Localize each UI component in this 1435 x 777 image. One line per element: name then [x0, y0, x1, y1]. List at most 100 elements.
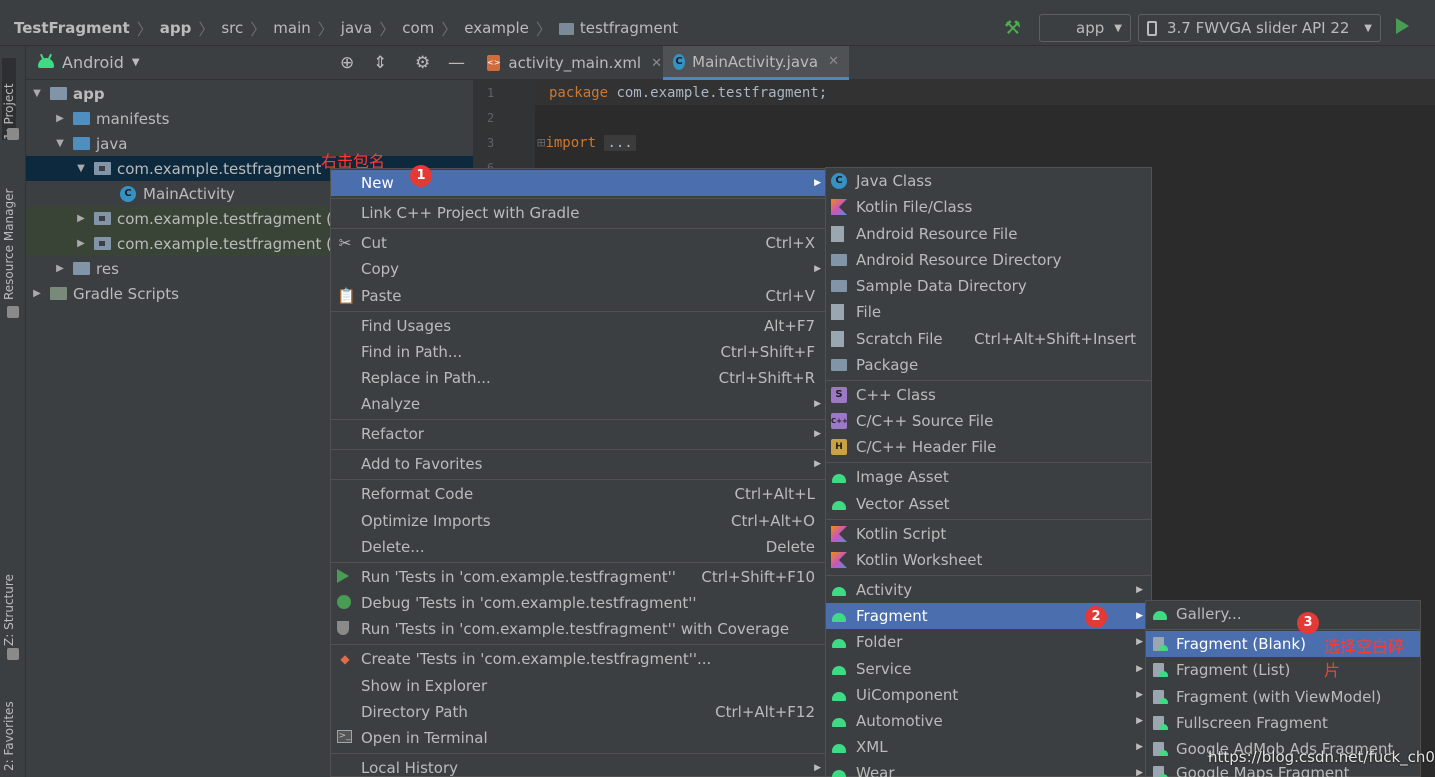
hide-panel-icon[interactable]: — — [448, 53, 465, 73]
collapsed-arrow-icon[interactable]: ▶ — [30, 288, 44, 299]
menu-item-label: Folder — [856, 633, 903, 651]
menu-item-replace-in-path[interactable]: Replace in Path... Ctrl+Shift+R — [331, 365, 825, 391]
menu-item-gallery[interactable]: Gallery... — [1146, 601, 1420, 627]
menu-item-android-resource-directory[interactable]: Android Resource Directory — [826, 247, 1151, 273]
resource-manager-tool-tab[interactable]: Resource Manager — [2, 180, 16, 300]
code-line-import[interactable]: ⊞import ... — [537, 135, 636, 151]
gear-icon[interactable]: ⚙ — [415, 53, 430, 73]
menu-item-fragment-with-viewmodel[interactable]: Fragment (with ViewModel) — [1146, 684, 1420, 710]
menu-item-run-tests-in-com-example-testfragment-with-coverage[interactable]: Run 'Tests in 'com.example.testfragment'… — [331, 616, 825, 642]
build-hammer-icon[interactable]: ⚒ — [1004, 17, 1024, 39]
package-icon — [94, 212, 111, 225]
menu-item-kotlin-file-class[interactable]: Kotlin File/Class — [826, 194, 1151, 220]
menu-item-new[interactable]: New ▶ — [331, 170, 825, 196]
tree-item-manifests[interactable]: ▶ manifests — [26, 106, 473, 131]
folder-icon — [558, 23, 574, 35]
breadcrumb-example[interactable]: example — [464, 19, 529, 37]
tab-mainactivity-java[interactable]: C MainActivity.java ✕ — [663, 46, 849, 80]
breadcrumb-main[interactable]: main — [273, 19, 310, 37]
submenu-arrow-icon: ▶ — [1136, 611, 1143, 621]
menu-item-kotlin-worksheet[interactable]: Kotlin Worksheet — [826, 547, 1151, 573]
menu-separator — [826, 519, 1151, 520]
run-icon[interactable] — [1396, 18, 1409, 34]
tree-item-app[interactable]: ▼ app — [26, 81, 473, 106]
collapsed-arrow-icon[interactable]: ▶ — [53, 263, 67, 274]
menu-item-service[interactable]: Service ▶ — [826, 656, 1151, 682]
menu-item-image-asset[interactable]: Image Asset — [826, 464, 1151, 490]
menu-item-c-class[interactable]: S C++ Class — [826, 382, 1151, 408]
breadcrumb-java[interactable]: java — [341, 19, 372, 37]
menu-item-xml[interactable]: XML ▶ — [826, 734, 1151, 760]
menu-item-folder[interactable]: Folder ▶ — [826, 629, 1151, 655]
menu-item-package[interactable]: Package — [826, 352, 1151, 378]
menu-item-c-c-source-file[interactable]: C++ C/C++ Source File — [826, 408, 1151, 434]
menu-item-copy[interactable]: Copy ▶ — [331, 256, 825, 282]
folded-code[interactable]: ... — [604, 135, 636, 151]
menu-item-wear[interactable]: Wear ▶ — [826, 760, 1151, 777]
menu-item-paste[interactable]: 📋 Paste Ctrl+V — [331, 283, 825, 309]
menu-item-analyze[interactable]: Analyze ▶ — [331, 391, 825, 417]
menu-item-cut[interactable]: ✂ Cut Ctrl+X — [331, 230, 825, 256]
menu-item-reformat-code[interactable]: Reformat Code Ctrl+Alt+L — [331, 481, 825, 507]
menu-item-label: C++ Class — [856, 386, 936, 404]
breadcrumb-testfragment[interactable]: testfragment — [580, 19, 678, 37]
menu-item-file[interactable]: File — [826, 299, 1151, 325]
menu-item-automotive[interactable]: Automotive ▶ — [826, 708, 1151, 734]
menu-item-uicomponent[interactable]: UiComponent ▶ — [826, 682, 1151, 708]
menu-item-label: Java Class — [856, 172, 932, 190]
favorites-tool-tab[interactable]: 2: Favorites — [2, 691, 16, 771]
collapsed-arrow-icon[interactable]: ▶ — [53, 113, 67, 124]
menu-item-find-in-path[interactable]: Find in Path... Ctrl+Shift+F — [331, 339, 825, 365]
menu-item-label: Fullscreen Fragment — [1176, 714, 1328, 732]
menu-item-local-history[interactable]: Local History ▶ — [331, 755, 825, 777]
menu-item-find-usages[interactable]: Find Usages Alt+F7 — [331, 313, 825, 339]
menu-item-fragment-list[interactable]: Fragment (List) — [1146, 657, 1420, 683]
breadcrumb-separator: 〉 — [379, 20, 396, 39]
annotation-select-blank-fragment: 选择空白碎 — [1324, 637, 1405, 656]
tree-item-java[interactable]: ▼ java — [26, 131, 473, 156]
close-icon[interactable]: ✕ — [828, 54, 839, 69]
expand-arrow-icon[interactable]: ▼ — [74, 163, 88, 174]
menu-item-debug-tests-in-com-example-testfragment[interactable]: Debug 'Tests in 'com.example.testfragmen… — [331, 590, 825, 616]
breadcrumb-com[interactable]: com — [402, 19, 434, 37]
menu-item-delete[interactable]: Delete... Delete — [331, 534, 825, 560]
menu-item-java-class[interactable]: C Java Class — [826, 168, 1151, 194]
code-line-package[interactable]: package com.example.testfragment; — [549, 85, 827, 101]
collapsed-arrow-icon[interactable]: ▶ — [74, 213, 88, 224]
tab-activity-main-xml[interactable]: <> activity_main.xml ✕ — [477, 46, 662, 80]
menu-item-optimize-imports[interactable]: Optimize Imports Ctrl+Alt+O — [331, 508, 825, 534]
menu-item-scratch-file[interactable]: Scratch File Ctrl+Alt+Shift+Insert — [826, 326, 1151, 352]
breadcrumb-project[interactable]: TestFragment — [14, 19, 130, 37]
menu-item-directory-path[interactable]: Directory Path Ctrl+Alt+F12 — [331, 699, 825, 725]
project-view-selector[interactable]: Android ▼ — [38, 53, 140, 72]
android-icon — [38, 57, 54, 68]
expand-arrow-icon[interactable]: ▼ — [30, 88, 44, 99]
breadcrumb-src[interactable]: src — [221, 19, 243, 37]
menu-item-android-resource-file[interactable]: Android Resource File — [826, 221, 1151, 247]
menu-item-show-in-explorer[interactable]: Show in Explorer — [331, 673, 825, 699]
menu-item-create-tests-in-com-example-testfragment[interactable]: ◆ Create 'Tests in 'com.example.testfragm… — [331, 646, 825, 672]
locate-target-icon[interactable]: ⊕ — [340, 53, 354, 73]
menu-item-add-to-favorites[interactable]: Add to Favorites ▶ — [331, 451, 825, 477]
menu-item-open-in-terminal[interactable]: >_ Open in Terminal — [331, 725, 825, 751]
menu-item-sample-data-directory[interactable]: Sample Data Directory — [826, 273, 1151, 299]
menu-item-fullscreen-fragment[interactable]: Fullscreen Fragment — [1146, 710, 1420, 736]
menu-item-kotlin-script[interactable]: Kotlin Script — [826, 521, 1151, 547]
menu-separator — [331, 228, 825, 229]
device-combo[interactable]: 3.7 FWVGA slider API 22 ▼ — [1138, 14, 1381, 42]
menu-item-c-c-header-file[interactable]: H C/C++ Header File — [826, 434, 1151, 460]
close-icon[interactable]: ✕ — [651, 56, 662, 71]
menu-item-refactor[interactable]: Refactor ▶ — [331, 421, 825, 447]
breadcrumb-module[interactable]: app — [160, 19, 192, 37]
run-configuration-label: app — [1076, 19, 1105, 37]
menu-item-run-tests-in-com-example-testfragment[interactable]: Run 'Tests in 'com.example.testfragment'… — [331, 564, 825, 590]
collapse-all-icon[interactable]: ⇕ — [373, 53, 387, 73]
menu-item-vector-asset[interactable]: Vector Asset — [826, 491, 1151, 517]
expand-arrow-icon[interactable]: ▼ — [53, 138, 67, 149]
run-configuration-combo[interactable]: app ▼ — [1039, 14, 1131, 42]
menu-item-activity[interactable]: Activity ▶ — [826, 577, 1151, 603]
menu-item-link-c-project-with-gradle[interactable]: Link C++ Project with Gradle — [331, 200, 825, 226]
structure-tool-tab[interactable]: Z: Structure — [2, 566, 16, 646]
new-submenu: C Java Class Kotlin File/Class Android Reso… — [825, 167, 1152, 777]
collapsed-arrow-icon[interactable]: ▶ — [74, 238, 88, 249]
